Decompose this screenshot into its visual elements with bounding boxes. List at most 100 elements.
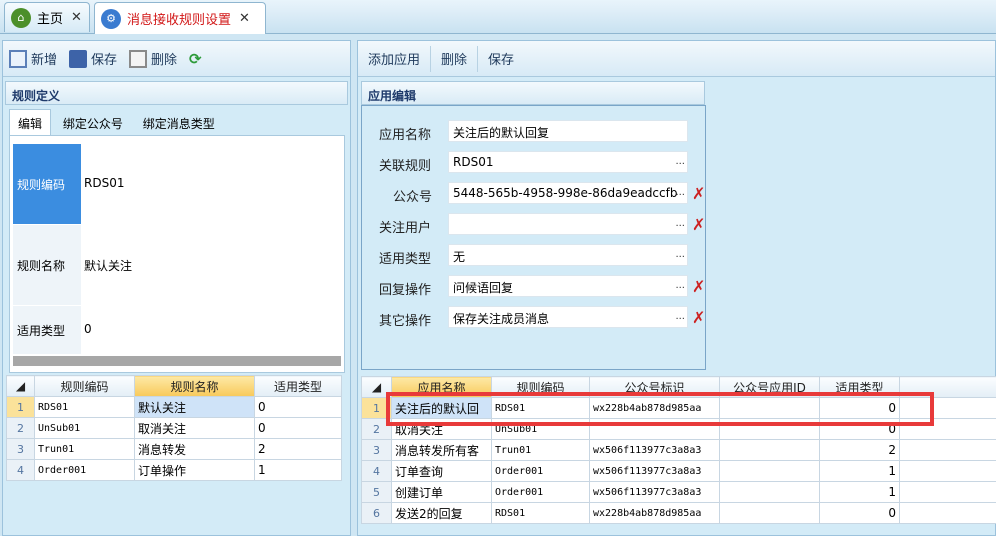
cell[interactable]: 订单操作 <box>134 459 255 481</box>
grid-corner: ◢ <box>6 375 35 397</box>
cell[interactable]: wx506f113977c3a8a3 <box>589 439 720 461</box>
table-row[interactable]: 6 发送2的回复 RDS01 wx228b4ab878d985aa 0 <box>361 502 996 524</box>
save-icon <box>69 49 88 68</box>
follow-user-field[interactable]: ... <box>448 213 688 235</box>
row-number: 2 <box>6 417 35 439</box>
app-name-value: 关注后的默认回复 <box>453 126 550 140</box>
cell[interactable]: Order001 <box>34 459 135 481</box>
apply-type-label: 适用类型 <box>379 252 432 267</box>
apply-type-field[interactable]: 0 <box>84 322 92 336</box>
clear-follow-user-icon[interactable]: ✗ <box>692 215 705 234</box>
cell[interactable]: 创建订单 <box>391 481 492 503</box>
account-browse[interactable]: ... <box>675 187 685 198</box>
cell[interactable]: wx228b4ab878d985aa <box>589 502 720 524</box>
cell[interactable] <box>719 439 820 461</box>
cell[interactable] <box>719 502 820 524</box>
settings-app-icon: ⚙ <box>101 8 121 29</box>
other-action-browse[interactable]: ... <box>675 311 685 322</box>
tab-home[interactable]: ⌂ 主页 ✕ <box>4 2 90 32</box>
close-icon[interactable]: ✕ <box>71 10 82 25</box>
col-rule-code[interactable]: 规则编码 <box>34 375 135 397</box>
cell[interactable]: 0 <box>254 396 342 418</box>
apply-type-value: 无 <box>453 250 466 264</box>
account-label: 公众号 <box>393 190 433 205</box>
apply-type-browse[interactable]: ... <box>675 249 685 260</box>
cell[interactable] <box>719 460 820 482</box>
table-row[interactable]: 2 UnSub01 取消关注 0 <box>6 417 342 439</box>
table-row[interactable]: 4 订单查询 Order001 wx506f113977c3a8a3 1 <box>361 460 996 482</box>
left-panel: 新增 保存 删除 ⟳ 规则定义 编辑 绑定公众号 绑定消息类型 规则编码 RDS… <box>2 40 351 536</box>
horizontal-scrollbar[interactable] <box>13 356 341 366</box>
add-button[interactable]: 新增 <box>3 45 63 73</box>
cell[interactable]: 消息转发所有客 <box>391 439 492 461</box>
tab-rule-settings[interactable]: ⚙ 消息接收规则设置 ✕ <box>94 2 266 34</box>
cell[interactable] <box>719 481 820 503</box>
table-row[interactable]: 3 消息转发所有客 Trun01 wx506f113977c3a8a3 2 <box>361 439 996 461</box>
follow-user-label: 关注用户 <box>379 221 432 236</box>
table-row[interactable]: 1 RDS01 默认关注 0 <box>6 396 342 418</box>
rule-code-label: 规则编码 <box>13 144 81 224</box>
refresh-icon: ⟳ <box>189 49 202 68</box>
save-button[interactable]: 保存 <box>63 45 123 73</box>
cell[interactable]: 默认关注 <box>134 396 255 418</box>
rule-name-field[interactable]: 默认关注 <box>84 257 132 274</box>
refresh-button[interactable]: ⟳ <box>183 45 208 73</box>
close-icon[interactable]: ✕ <box>239 11 250 26</box>
cell[interactable]: wx506f113977c3a8a3 <box>589 460 720 482</box>
rule-grid: ◢ 规则编码 规则名称 适用类型 1 RDS01 默认关注 0 2 UnSub01 取消关注 0 … <box>6 375 342 481</box>
delete-app-button[interactable]: 删除 <box>431 45 477 73</box>
apply-type-field[interactable]: 无... <box>448 244 688 266</box>
right-toolbar: 添加应用 删除 保存 <box>358 41 995 77</box>
other-action-value: 保存关注成员消息 <box>453 312 550 326</box>
cell[interactable]: 1 <box>819 460 900 482</box>
clear-reply-action-icon[interactable]: ✗ <box>692 277 705 296</box>
linked-rule-browse[interactable]: ... <box>675 156 685 167</box>
account-field[interactable]: 5448-565b-4958-998e-86da9eadccfb... <box>448 182 688 204</box>
clear-account-icon[interactable]: ✗ <box>692 184 705 203</box>
cell[interactable]: Trun01 <box>34 438 135 460</box>
app-name-field[interactable]: 关注后的默认回复 <box>448 120 688 142</box>
tab-edit[interactable]: 编辑 <box>9 109 52 137</box>
cell[interactable]: Trun01 <box>491 439 590 461</box>
other-action-field[interactable]: 保存关注成员消息... <box>448 306 688 328</box>
follow-user-browse[interactable]: ... <box>675 218 685 229</box>
cell[interactable]: 1 <box>254 459 342 481</box>
tab-bar: ⌂ 主页 ✕ ⚙ 消息接收规则设置 ✕ <box>0 0 996 34</box>
cell[interactable]: 0 <box>819 502 900 524</box>
cell[interactable]: Order001 <box>491 481 590 503</box>
add-app-button[interactable]: 添加应用 <box>358 45 430 73</box>
col-rule-name[interactable]: 规则名称 <box>134 375 255 397</box>
cell[interactable]: 0 <box>254 417 342 439</box>
cell[interactable]: wx506f113977c3a8a3 <box>589 481 720 503</box>
add-label: 新增 <box>31 53 58 68</box>
delete-button[interactable]: 删除 <box>123 45 183 73</box>
reply-action-field[interactable]: 问候语回复... <box>448 275 688 297</box>
tab-home-label: 主页 <box>37 12 64 27</box>
rule-code-field[interactable]: RDS01 <box>84 176 124 190</box>
col-apply-type[interactable]: 适用类型 <box>254 375 342 397</box>
table-row[interactable]: 4 Order001 订单操作 1 <box>6 459 342 481</box>
table-row[interactable]: 5 创建订单 Order001 wx506f113977c3a8a3 1 <box>361 481 996 503</box>
cell[interactable]: 2 <box>819 439 900 461</box>
cell[interactable]: 2 <box>254 438 342 460</box>
rule-name-label: 规则名称 <box>13 225 81 305</box>
cell[interactable]: 发送2的回复 <box>391 502 492 524</box>
table-row[interactable]: 3 Trun01 消息转发 2 <box>6 438 342 460</box>
cell[interactable]: UnSub01 <box>34 417 135 439</box>
cell[interactable]: 1 <box>819 481 900 503</box>
reply-action-browse[interactable]: ... <box>675 280 685 291</box>
linked-rule-field[interactable]: RDS01... <box>448 151 688 173</box>
form-tabs: 编辑 绑定公众号 绑定消息类型 <box>9 109 345 137</box>
cell[interactable]: 取消关注 <box>134 417 255 439</box>
cell[interactable]: 消息转发 <box>134 438 255 460</box>
cell[interactable]: RDS01 <box>34 396 135 418</box>
cell[interactable]: RDS01 <box>491 502 590 524</box>
cell[interactable]: Order001 <box>491 460 590 482</box>
tab-bind-message-type[interactable]: 绑定消息类型 <box>135 110 223 137</box>
cell[interactable]: 订单查询 <box>391 460 492 482</box>
clear-other-action-icon[interactable]: ✗ <box>692 308 705 327</box>
linked-rule-value: RDS01 <box>453 155 494 169</box>
delete-icon <box>129 49 148 68</box>
tab-bind-account[interactable]: 绑定公众号 <box>55 110 131 137</box>
save-app-button[interactable]: 保存 <box>478 45 524 73</box>
